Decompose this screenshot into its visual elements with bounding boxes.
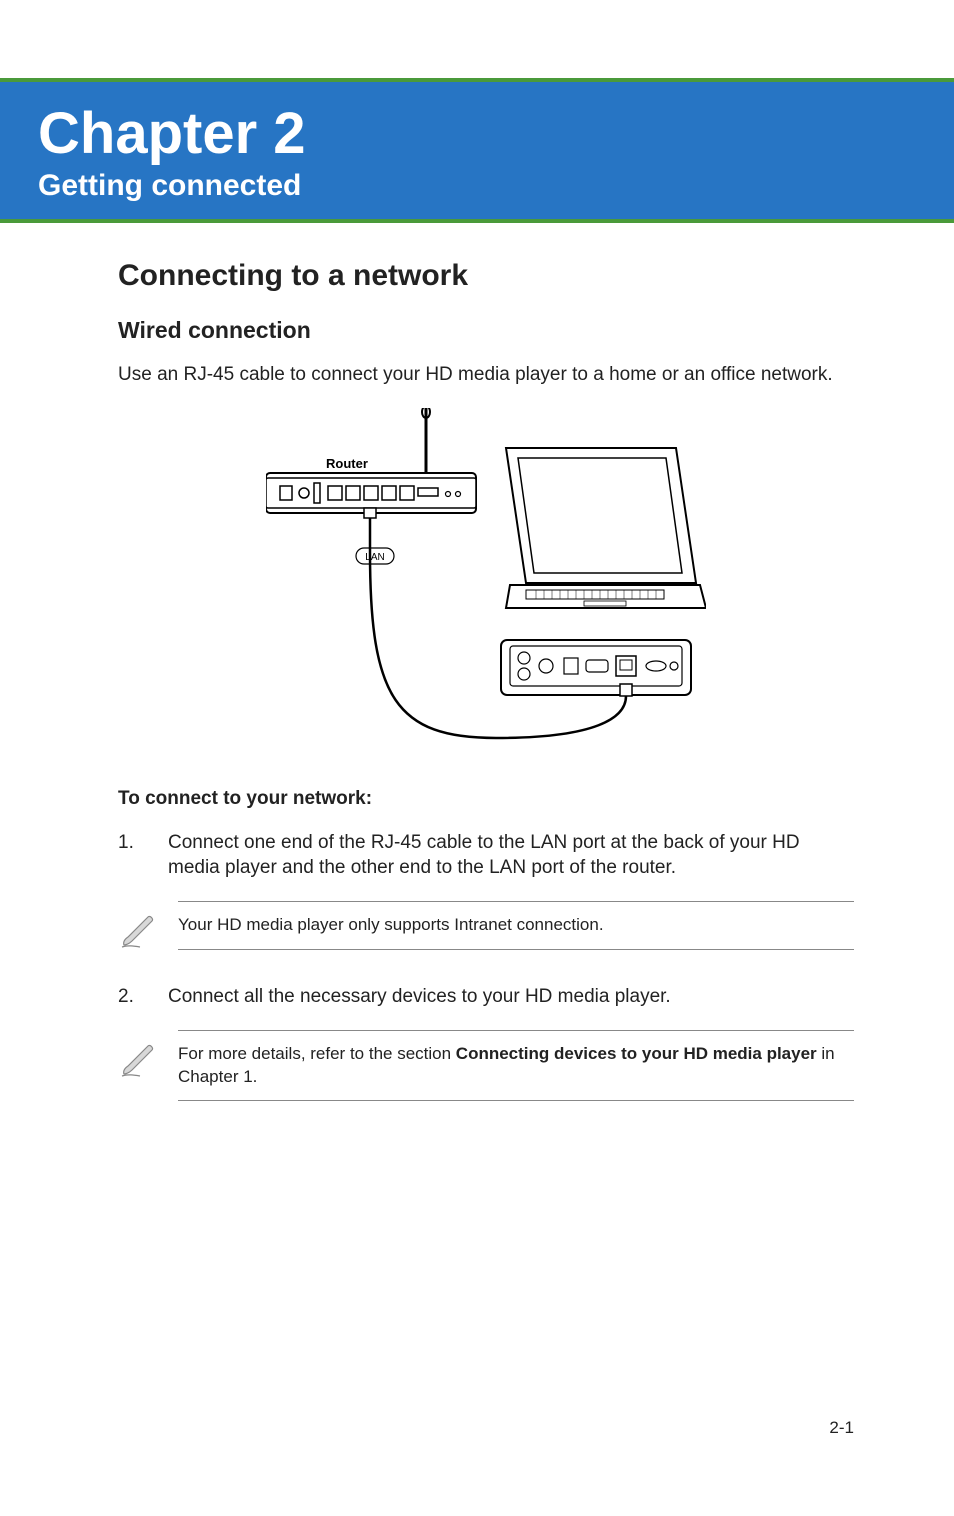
router-label: Router [326, 456, 368, 471]
section-title: Connecting to a network [118, 259, 854, 293]
step-2: 2. Connect all the necessary devices to … [118, 984, 854, 1010]
lan-label: LAN [365, 552, 384, 563]
lan-label-badge: LAN [356, 548, 394, 564]
page-content: Connecting to a network Wired connection… [0, 223, 954, 1101]
note-prefix: For more details, refer to the section [178, 1044, 456, 1063]
media-player-icon [501, 640, 691, 695]
note-text: For more details, refer to the section C… [178, 1030, 854, 1102]
chapter-header: Chapter 2 Getting connected [0, 78, 954, 223]
note-bold: Connecting devices to your HD media play… [456, 1044, 817, 1063]
router-icon: Router [266, 408, 476, 513]
page-number: 2-1 [829, 1418, 854, 1438]
procedure-title: To connect to your network: [118, 788, 854, 810]
network-diagram: Router [118, 408, 854, 748]
chapter-subtitle: Getting connected [38, 169, 916, 203]
subsection-title: Wired connection [118, 317, 854, 344]
note-1: Your HD media player only supports Intra… [118, 901, 854, 956]
step-number: 2. [118, 984, 168, 1010]
step-1: 1. Connect one end of the RJ-45 cable to… [118, 830, 854, 881]
step-text: Connect one end of the RJ-45 cable to th… [168, 830, 854, 881]
note-2: For more details, refer to the section C… [118, 1030, 854, 1102]
pen-note-icon [118, 1030, 178, 1085]
chapter-title: Chapter 2 [38, 100, 916, 167]
step-text: Connect all the necessary devices to you… [168, 984, 854, 1010]
network-diagram-svg: Router [266, 408, 706, 748]
pen-note-icon [118, 901, 178, 956]
step-number: 1. [118, 830, 168, 881]
laptop-icon [506, 448, 706, 608]
note-text: Your HD media player only supports Intra… [178, 901, 854, 950]
intro-paragraph: Use an RJ-45 cable to connect your HD me… [118, 362, 854, 388]
